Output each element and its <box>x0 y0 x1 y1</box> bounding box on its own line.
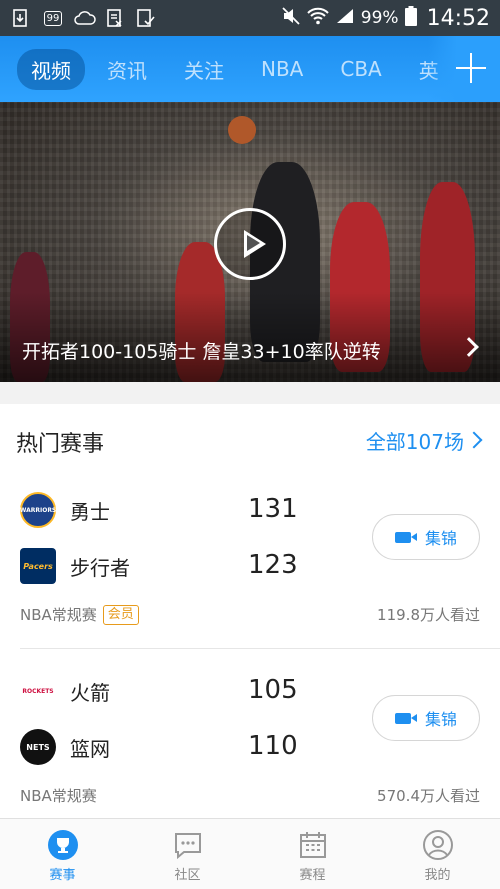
plus-icon[interactable] <box>456 53 486 83</box>
highlights-label: 集锦 <box>424 529 457 548</box>
video-camera-icon <box>394 712 417 724</box>
hot-matches-section: 热门赛事 全部107场 WARRIORS 勇士 131 Pacers 步行者 1… <box>0 404 500 818</box>
video-caption: 开拓者100-105骑士 詹皇33+10率队逆转 <box>22 341 381 363</box>
league-label: NBA常规赛 <box>20 787 97 805</box>
team-score: 123 <box>248 550 298 580</box>
rockets-logo-icon: ROCKETS <box>20 673 56 709</box>
profile-icon <box>422 829 454 861</box>
team-row: Pacers 步行者 123 <box>20 546 340 586</box>
channel-tabs: 视频 资讯 关注 NBA CBA 英 <box>0 36 500 102</box>
tab-news[interactable]: 资讯 <box>107 55 147 84</box>
nav-profile[interactable]: 我的 <box>375 819 500 889</box>
highlights-label: 集锦 <box>424 710 457 729</box>
play-icon[interactable] <box>214 208 286 280</box>
cloud-icon <box>74 8 96 28</box>
highlights-button[interactable]: 集锦 <box>372 695 480 741</box>
trophy-icon <box>47 829 79 861</box>
calendar-icon <box>297 829 329 861</box>
bottom-nav: 赛事 社区 赛程 我的 <box>0 818 500 889</box>
chevron-right-icon <box>465 431 483 449</box>
tab-cba[interactable]: CBA <box>340 57 381 81</box>
team-score: 131 <box>248 494 298 524</box>
clock: 14:52 <box>426 5 490 31</box>
team-score: 110 <box>248 731 298 761</box>
nav-label: 赛程 <box>299 868 326 883</box>
match-meta: NBA常规赛 会员 <box>20 604 139 625</box>
download-done-icon <box>134 8 156 28</box>
team-name: 火箭 <box>70 681 110 705</box>
notification-count-icon: 99 <box>40 8 66 28</box>
battery-icon <box>404 5 417 31</box>
match-meta: NBA常规赛 <box>20 785 97 806</box>
basketball <box>228 116 256 144</box>
pacers-logo-icon: Pacers <box>20 548 56 584</box>
status-notifications: 99 <box>10 8 156 28</box>
featured-video[interactable]: 开拓者100-105骑士 詹皇33+10率队逆转 <box>0 102 500 382</box>
view-count: 119.8万人看过 <box>377 606 480 624</box>
mute-icon <box>281 6 301 31</box>
wifi-icon <box>307 7 329 30</box>
chat-bubble-icon <box>172 829 204 861</box>
battery-percent: 99% <box>360 8 399 28</box>
team-name: 勇士 <box>70 500 110 524</box>
vip-badge: 会员 <box>102 604 139 625</box>
nets-logo-icon: NETS <box>20 729 56 765</box>
signal-icon <box>335 7 355 30</box>
status-bar: 99 99% 14:52 <box>0 0 500 36</box>
nav-label: 我的 <box>424 868 451 883</box>
team-row: WARRIORS 勇士 131 <box>20 490 340 530</box>
tab-nba[interactable]: NBA <box>261 57 303 81</box>
all-matches-link[interactable]: 全部107场 <box>366 426 464 455</box>
download-icon <box>10 8 32 28</box>
team-row: ROCKETS 火箭 105 <box>20 671 340 711</box>
team-name: 步行者 <box>70 556 130 580</box>
nav-label: 社区 <box>174 868 201 883</box>
section-header: 热门赛事 全部107场 <box>0 404 500 474</box>
tab-video[interactable]: 视频 <box>17 48 85 90</box>
notification-count: 99 <box>43 10 63 26</box>
nav-matches[interactable]: 赛事 <box>0 819 125 889</box>
status-system: 99% 14:52 <box>281 5 490 31</box>
match-card[interactable]: ROCKETS 火箭 105 NETS 篮网 110 集锦 NBA常规赛 570… <box>0 663 500 823</box>
tab-following[interactable]: 关注 <box>184 55 224 84</box>
highlights-button[interactable]: 集锦 <box>372 514 480 560</box>
match-card[interactable]: WARRIORS 勇士 131 Pacers 步行者 123 集锦 NBA常规赛… <box>0 482 500 642</box>
nav-label: 赛事 <box>49 868 76 883</box>
team-row: NETS 篮网 110 <box>20 727 340 767</box>
divider <box>20 648 500 649</box>
team-score: 105 <box>248 675 298 705</box>
document-icon <box>104 8 126 28</box>
view-count: 570.4万人看过 <box>377 787 480 805</box>
team-name: 篮网 <box>70 737 110 761</box>
nav-schedule[interactable]: 赛程 <box>250 819 375 889</box>
league-label: NBA常规赛 <box>20 606 97 624</box>
video-camera-icon <box>394 531 417 543</box>
nav-community[interactable]: 社区 <box>125 819 250 889</box>
section-title: 热门赛事 <box>16 432 105 457</box>
warriors-logo-icon: WARRIORS <box>20 492 56 528</box>
